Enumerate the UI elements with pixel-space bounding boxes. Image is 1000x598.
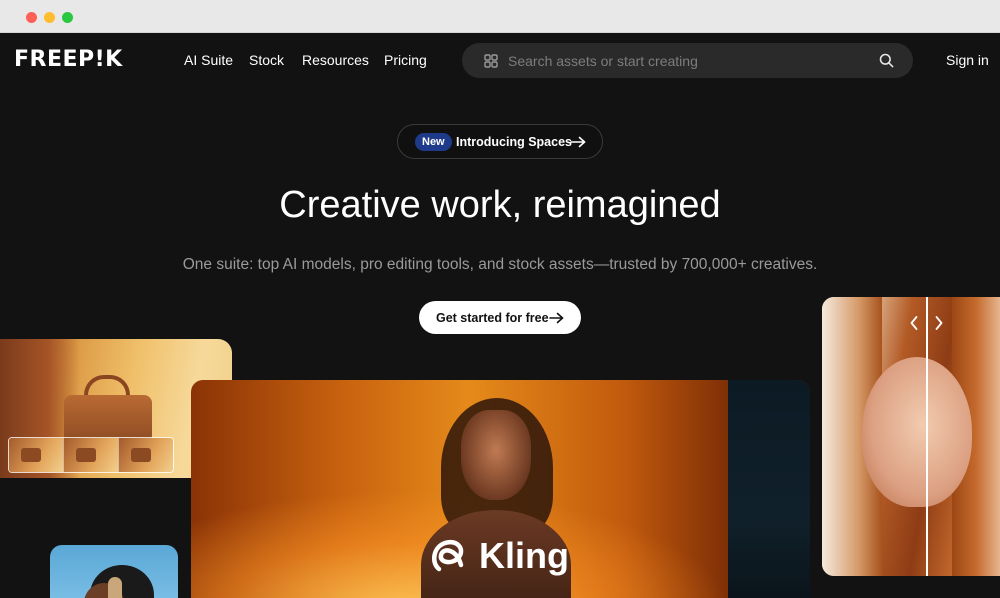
kling-wordmark: Kling: [479, 535, 569, 576]
variation-thumbnail[interactable]: [9, 438, 64, 472]
arrow-right-icon: [570, 136, 586, 148]
chevron-right-icon[interactable]: [933, 315, 945, 331]
variation-thumbnail[interactable]: [64, 438, 119, 472]
announcement-text: Introducing Spaces: [456, 135, 572, 149]
freepik-logo[interactable]: FREEP!K: [14, 49, 123, 71]
search-bar[interactable]: [462, 43, 913, 78]
get-started-label: Get started for free: [436, 311, 549, 325]
nav-resources[interactable]: Resources: [302, 52, 369, 68]
window-titlebar: [0, 0, 1000, 33]
search-input[interactable]: [508, 50, 868, 71]
nav-pricing[interactable]: Pricing: [384, 52, 427, 68]
nav-stock[interactable]: Stock: [249, 52, 284, 68]
kling-video-card[interactable]: Kling: [191, 380, 810, 598]
night-background: [728, 380, 810, 598]
browser-window: FREEP!K AI Suite Stock Resources Pricing…: [0, 0, 1000, 598]
grid-icon: [484, 54, 498, 68]
chevron-left-icon[interactable]: [908, 315, 920, 331]
search-icon[interactable]: [879, 53, 894, 68]
new-badge: New: [415, 133, 452, 151]
maximize-window-button[interactable]: [62, 12, 73, 23]
headphones-image: [108, 577, 122, 598]
variation-thumbnail[interactable]: [119, 438, 173, 472]
announcement-pill[interactable]: New Introducing Spaces: [397, 124, 603, 159]
nav-ai-suite[interactable]: AI Suite: [184, 52, 233, 68]
minimize-window-button[interactable]: [44, 12, 55, 23]
get-started-button[interactable]: Get started for free: [419, 301, 581, 334]
hero-headline: Creative work, reimagined: [279, 184, 721, 226]
compare-slider-handle[interactable]: [926, 297, 928, 576]
headphones-showcase-card[interactable]: [50, 545, 178, 598]
kling-logo-icon: [431, 539, 464, 572]
variation-thumbnail-strip[interactable]: [8, 437, 174, 473]
character-face: [461, 410, 531, 500]
page-content: FREEP!K AI Suite Stock Resources Pricing…: [0, 33, 1000, 598]
arrow-right-icon: [549, 312, 564, 324]
sign-in-link[interactable]: Sign in: [946, 52, 989, 68]
hero-subline: One suite: top AI models, pro editing to…: [182, 256, 818, 273]
close-window-button[interactable]: [26, 12, 37, 23]
portrait-compare-card[interactable]: [822, 297, 1000, 576]
portrait-face: [862, 357, 972, 507]
